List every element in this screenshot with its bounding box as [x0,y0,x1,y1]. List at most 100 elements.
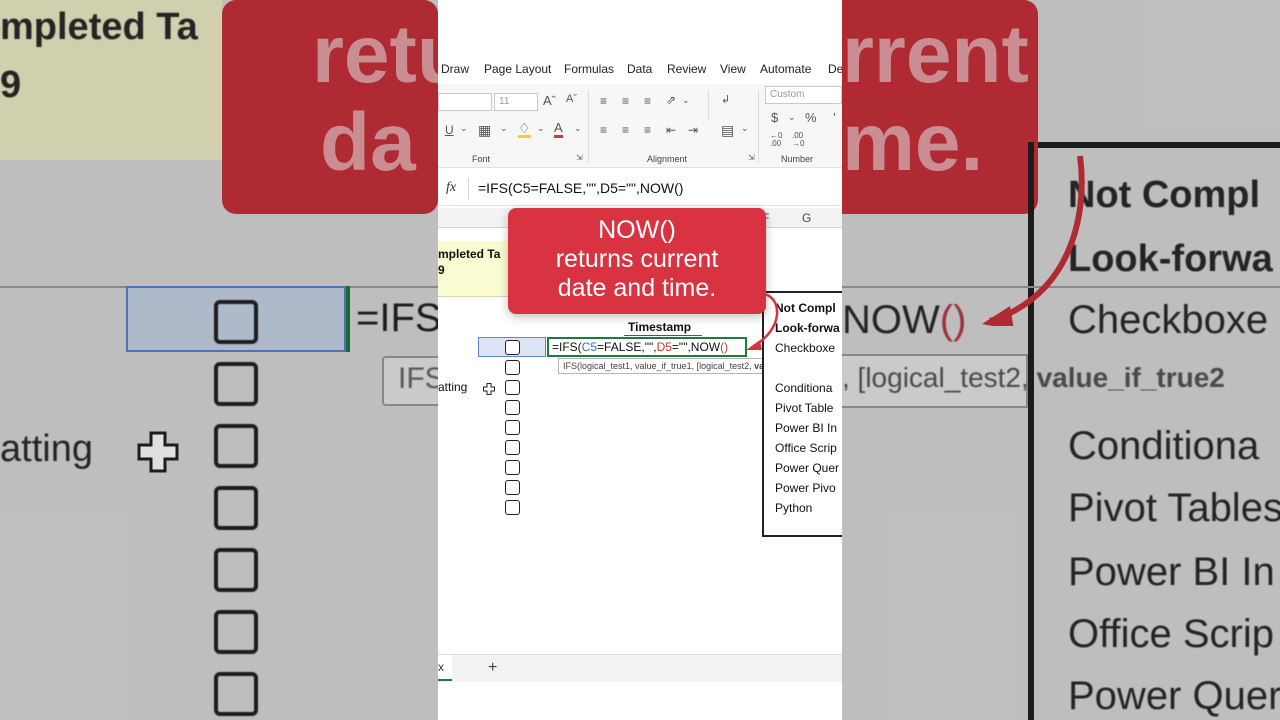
bg-list-item: Conditiona [1068,424,1260,468]
underline-icon[interactable]: U [445,123,454,137]
font-color-icon[interactable]: A [554,121,563,138]
plus-cursor-icon [483,383,495,395]
background-right-zoom: rrent me. Not Compl Look-forwa NOW() Che… [842,0,1280,720]
align-bottom-icon[interactable]: ≡ [644,94,651,108]
orientation-icon[interactable]: ⇗ [666,93,676,107]
tab-developer[interactable]: De [828,62,842,76]
list-item: Python [775,501,813,515]
bg-list-item: Power Quer [1068,674,1280,718]
bg-checkbox [214,424,258,468]
chevron-down-icon[interactable]: ⌄ [500,123,508,134]
task-checkbox[interactable] [505,480,520,495]
tab-draw[interactable]: Draw [441,62,469,76]
align-middle-icon[interactable]: ≡ [622,94,629,108]
chevron-down-icon[interactable]: ⌄ [682,95,690,106]
formula-bar: fx =IFS(C5=FALSE,"",D5="",NOW() [438,172,842,206]
task-checkbox[interactable] [505,460,520,475]
fill-color-icon[interactable]: ♢ [518,121,531,138]
tab-review[interactable]: Review [667,62,706,76]
task-checkbox[interactable] [505,380,520,395]
callout-arrow-icon [746,292,779,350]
bg-checkbox [214,672,258,716]
dialog-launcher-icon[interactable]: ⇲ [748,153,755,162]
column-header-g[interactable]: G [802,211,811,225]
chevron-down-icon[interactable]: ⌄ [537,123,545,134]
annotation-callout: NOW() returns current date and time. [508,208,766,314]
tab-automate[interactable]: Automate [760,62,811,76]
header-cell-completed[interactable]: mpleted Ta 9 [438,241,510,297]
timestamp-header: Timestamp [628,320,692,334]
bg-now-text: NOW() [842,298,967,342]
editing-cell[interactable]: =IFS(C5=FALSE,"",D5="",NOW() [547,337,747,357]
ribbon-separator [708,90,709,120]
bg-checkbox [214,486,258,530]
bg-header-text-1: mpleted Ta [0,6,198,48]
add-sheet-button[interactable]: + [488,659,497,677]
bg-list-item: Checkboxe [1068,298,1269,342]
header-cell-text-2: 9 [438,263,445,277]
increase-indent-icon[interactable]: ⇥ [688,123,698,137]
list-item: Power Quer [775,461,840,475]
chevron-down-icon[interactable]: ⌄ [788,112,796,123]
decrease-decimal-icon[interactable]: .00 →0 [792,132,804,148]
tab-data[interactable]: Data [627,62,652,76]
header-cell-text-1: mpleted Ta [438,247,501,261]
list-item: Power BI In [775,421,838,435]
bg-banner-text-2: da [320,97,416,188]
task-checkbox[interactable] [505,420,520,435]
list-item: Conditiona [775,381,833,395]
decrease-indent-icon[interactable]: ⇤ [666,123,676,137]
chevron-down-icon[interactable]: ⌄ [741,123,749,134]
align-top-icon[interactable]: ≡ [600,94,607,108]
ribbon-separator [588,90,589,162]
align-right-icon[interactable]: ≡ [644,123,651,137]
formula-bar-input[interactable]: =IFS(C5=FALSE,"",D5="",NOW() [478,180,683,196]
ribbon-separator [758,90,759,162]
timestamp-underline [624,335,702,336]
tab-page-layout[interactable]: Page Layout [484,62,551,76]
borders-icon[interactable]: ▦ [478,122,491,139]
comma-style-icon[interactable]: ’ [833,110,836,125]
list-item: Office Scrip [775,441,837,455]
tab-formulas[interactable]: Formulas [564,62,614,76]
callout-line-1: NOW() [598,216,676,244]
task-checkbox[interactable] [505,440,520,455]
task-checkbox[interactable] [505,340,520,355]
align-center-icon[interactable]: ≡ [622,123,629,137]
bg-banner-text-1: retu [312,9,438,100]
merge-center-icon[interactable]: ▤ [721,122,734,139]
callout-line-2: returns current [555,245,719,273]
bg-list-item: Pivot Tables [1068,486,1280,530]
align-left-icon[interactable]: ≡ [600,123,607,137]
increase-decimal-icon[interactable]: ←0.00 [770,132,782,148]
bg-checkbox [214,362,258,406]
dialog-launcher-icon[interactable]: ⇲ [576,153,583,162]
increase-font-icon[interactable]: Aˆ [543,93,556,108]
bg-formula-text: =IFS [356,296,438,340]
tab-view[interactable]: View [720,62,746,76]
task-checkbox[interactable] [505,400,520,415]
bg-plus-cursor-icon [137,431,179,473]
task-checkbox[interactable] [505,500,520,515]
bg-list-item: Power BI In [1068,550,1275,594]
excel-window: Draw Page Layout Formulas Data Review Vi… [438,0,842,720]
editing-cell-formula: =IFS(C5=FALSE,"",D5="",NOW() [552,340,729,354]
sheet-tab-active[interactable]: x [438,655,452,681]
font-size-dropdown[interactable]: 11 [494,93,538,111]
bg-list-item: Office Scrip [1068,612,1274,656]
chevron-down-icon[interactable]: ⌄ [574,123,582,134]
bg-edit-border [346,286,350,352]
task-checkbox[interactable] [505,360,520,375]
bg-list-header-1: Not Compl [1068,174,1261,216]
currency-icon[interactable]: $ [771,110,778,125]
ribbon-tab-bar: Draw Page Layout Formulas Data Review Vi… [438,56,842,84]
percent-icon[interactable]: % [805,110,817,125]
chevron-down-icon[interactable]: ⌄ [460,123,468,134]
insert-function-icon[interactable]: fx [446,180,456,196]
wrap-text-icon[interactable]: ↲ [721,93,730,106]
background-left-zoom: mpleted Ta 9 retu da =IFS IFS atting [0,0,438,720]
font-name-dropdown[interactable] [438,93,492,111]
number-format-dropdown[interactable]: Custom [765,86,842,104]
bg-side-text: atting [0,428,93,470]
decrease-font-icon[interactable]: Aˇ [566,93,577,105]
